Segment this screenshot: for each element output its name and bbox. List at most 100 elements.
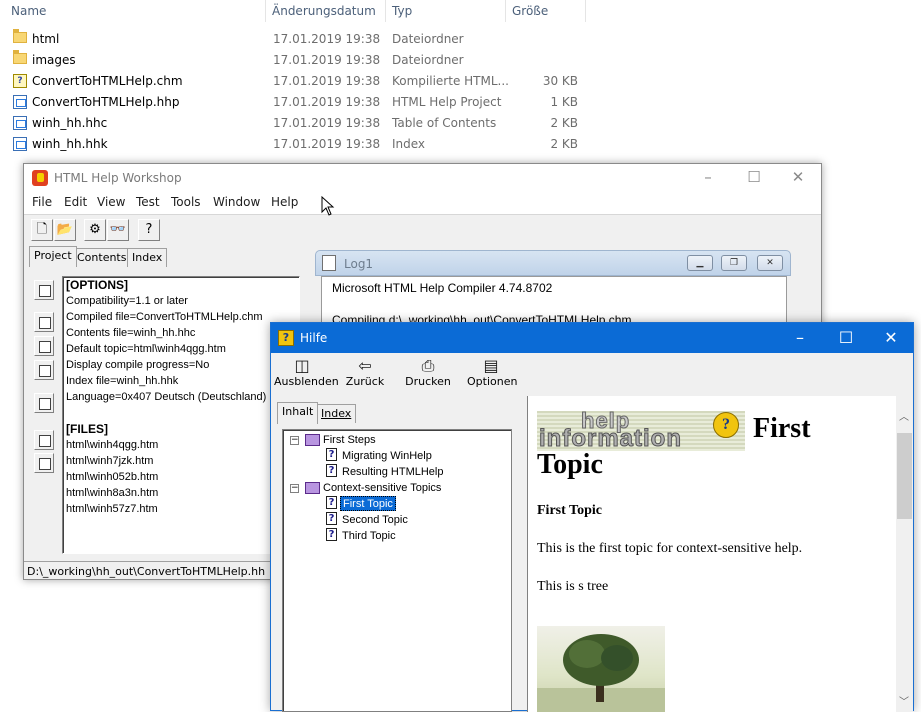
project-line[interactable]: Contents file=winh_hh.hhc: [66, 327, 195, 339]
navigation-pane: Inhalt Index − First Steps ? Migrating W…: [275, 399, 522, 712]
file-type: Table of Contents: [392, 116, 497, 130]
file-row[interactable]: ConvertToHTMLHelp.hhp 17.01.2019 19:38 H…: [0, 92, 921, 113]
menu-help[interactable]: Help: [271, 195, 298, 209]
project-line[interactable]: [OPTIONS]: [66, 278, 128, 292]
project-line[interactable]: Language=0x407 Deutsch (Deutschland): [66, 391, 266, 403]
tab-project[interactable]: Project: [29, 246, 77, 267]
file-type: Kompilierte HTML...: [392, 74, 509, 88]
minimize-button[interactable]: –: [696, 167, 720, 187]
project-line[interactable]: html\winh7jzk.htm: [66, 455, 153, 467]
menu-edit[interactable]: Edit: [64, 195, 87, 209]
help-toolbar: ◫ Ausblenden ⇦ Zurück ⎙ Drucken ▤ Option…: [271, 353, 913, 396]
project-line[interactable]: html\winh4qgg.htm: [66, 439, 158, 451]
log-line: Microsoft HTML Help Compiler 4.74.8702: [332, 281, 553, 295]
tree-item-third-topic[interactable]: Third Topic: [342, 529, 396, 544]
new-file-icon[interactable]: 🗋: [31, 219, 53, 241]
save-compile-icon[interactable]: [34, 453, 54, 473]
project-line[interactable]: [FILES]: [66, 422, 108, 436]
change-options-icon[interactable]: [34, 280, 54, 300]
menu-tools[interactable]: Tools: [171, 195, 201, 209]
window-title: HTML Help Workshop: [54, 171, 182, 185]
file-row[interactable]: images 17.01.2019 19:38 Dateiordner: [0, 50, 921, 71]
menu-view[interactable]: View: [97, 195, 125, 209]
project-line[interactable]: html\winh052b.htm: [66, 471, 158, 483]
options-label: Optionen: [467, 375, 518, 388]
tree-item-first-topic[interactable]: First Topic: [340, 496, 396, 511]
api-info-icon[interactable]: [34, 360, 54, 380]
project-line[interactable]: Compatibility=1.1 or later: [66, 295, 188, 307]
window-titlebar[interactable]: HTML Help Workshop – ☐ ✕: [24, 164, 821, 192]
column-header-type[interactable]: Typ: [392, 0, 412, 24]
tab-index[interactable]: Index: [316, 404, 357, 423]
tree-item-first-steps[interactable]: First Steps: [323, 433, 376, 448]
column-separator[interactable]: [385, 0, 386, 22]
tree-item-second-topic[interactable]: Second Topic: [342, 513, 408, 528]
vertical-scrollbar[interactable]: ︿ ﹀: [896, 396, 913, 712]
folder-icon: [13, 50, 27, 64]
topic-paragraph: This is s tree: [537, 579, 609, 594]
log-titlebar[interactable]: Log1 ▁ ❐ ✕: [315, 250, 791, 276]
column-header-name[interactable]: Name: [11, 0, 46, 24]
compile-icon[interactable]: ⚙: [84, 219, 106, 241]
scroll-up-icon[interactable]: ︿: [899, 408, 909, 423]
open-folder-icon[interactable]: 📂: [54, 219, 76, 241]
help-minimize-button[interactable]: –: [786, 328, 814, 348]
close-button[interactable]: ✕: [786, 167, 810, 187]
menu-window[interactable]: Window: [213, 195, 260, 209]
log-restore-button[interactable]: ❐: [721, 255, 747, 271]
tree-item-context-sensitive-topics[interactable]: Context-sensitive Topics: [323, 481, 441, 496]
log-minimize-button[interactable]: ▁: [687, 255, 713, 271]
back-button[interactable]: ⇦ Zurück: [345, 357, 385, 389]
menu-file[interactable]: File: [32, 195, 52, 209]
tab-contents[interactable]: Contents: [72, 248, 132, 267]
scroll-down-icon[interactable]: ﹀: [899, 693, 909, 708]
topic-content-pane: help information ? First Topic First Top…: [527, 396, 913, 712]
scrollbar-thumb[interactable]: [897, 433, 912, 519]
tab-inhalt[interactable]: Inhalt: [277, 402, 319, 424]
menu-test[interactable]: Test: [136, 195, 160, 209]
collapse-icon[interactable]: −: [290, 436, 299, 445]
column-separator[interactable]: [505, 0, 506, 22]
help-titlebar[interactable]: ? Hilfe – ☐ ✕: [271, 323, 913, 353]
tree-image: [537, 626, 665, 712]
file-row[interactable]: ? ConvertToHTMLHelp.chm 17.01.2019 19:38…: [0, 71, 921, 92]
file-row[interactable]: winh_hh.hhk 17.01.2019 19:38 Index 2 KB: [0, 134, 921, 155]
file-row[interactable]: html 17.01.2019 19:38 Dateiordner: [0, 29, 921, 50]
project-line[interactable]: Display compile progress=No: [66, 359, 209, 371]
view-compiled-icon[interactable]: 👓: [107, 219, 129, 241]
topic-heading-part2: Topic: [537, 449, 603, 480]
column-header-size[interactable]: Größe: [512, 0, 548, 24]
hide-button[interactable]: ◫ Ausblenden: [274, 357, 339, 389]
file-date: 17.01.2019 19:38: [273, 116, 381, 130]
save-project-icon[interactable]: [34, 430, 54, 450]
maximize-button[interactable]: ☐: [742, 167, 766, 187]
project-file-view[interactable]: [OPTIONS] Compatibility=1.1 or later Com…: [62, 276, 300, 554]
tab-index[interactable]: Index: [127, 248, 168, 267]
project-line[interactable]: Index file=winh_hh.hhk: [66, 375, 178, 387]
window-definitions-icon[interactable]: [34, 336, 54, 356]
column-separator[interactable]: [265, 0, 266, 22]
help-close-button[interactable]: ✕: [877, 328, 905, 348]
tree-item-migrating-winhelp[interactable]: Migrating WinHelp: [342, 449, 432, 464]
help-maximize-button[interactable]: ☐: [832, 328, 860, 348]
contents-tree[interactable]: − First Steps ? Migrating WinHelp ? Resu…: [282, 429, 512, 712]
column-header-date[interactable]: Änderungsdatum: [272, 0, 376, 24]
options-button[interactable]: ▤ Optionen: [467, 357, 518, 389]
status-bar: D:\_working\hh_out\ConvertToHTMLHelp.hh: [24, 561, 274, 579]
column-separator[interactable]: [585, 0, 586, 22]
topic-heading-part1: First: [753, 413, 811, 444]
tree-item-resulting-htmlhelp[interactable]: Resulting HTMLHelp: [342, 465, 443, 480]
project-line[interactable]: html\winh57z7.htm: [66, 503, 158, 515]
help-icon[interactable]: ?: [138, 219, 160, 241]
file-row[interactable]: winh_hh.hhc 17.01.2019 19:38 Table of Co…: [0, 113, 921, 134]
project-line[interactable]: Compiled file=ConvertToHTMLHelp.chm: [66, 311, 263, 323]
project-line[interactable]: Default topic=html\winh4qgg.htm: [66, 343, 226, 355]
project-line[interactable]: html\winh8a3n.htm: [66, 487, 158, 499]
collapse-icon[interactable]: −: [290, 484, 299, 493]
log-close-button[interactable]: ✕: [757, 255, 783, 271]
print-button[interactable]: ⎙ Drucken: [405, 357, 451, 389]
help-page-icon: ?: [326, 496, 337, 509]
html-info-icon[interactable]: [34, 393, 54, 413]
add-remove-files-icon[interactable]: [34, 312, 54, 332]
help-page-icon: ?: [326, 528, 337, 541]
